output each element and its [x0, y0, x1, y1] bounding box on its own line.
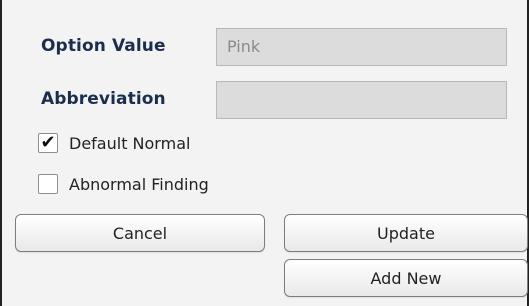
- default-normal-checkbox[interactable]: ✔: [38, 133, 58, 153]
- default-normal-label: Default Normal: [69, 133, 191, 153]
- abbreviation-label: Abbreviation: [41, 89, 166, 109]
- abnormal-finding-label: Abnormal Finding: [69, 174, 209, 194]
- option-value-label: Option Value: [41, 36, 166, 56]
- option-edit-panel: Option Value Pink Abbreviation ✔ Default…: [0, 0, 529, 306]
- update-button[interactable]: Update: [284, 214, 528, 252]
- add-new-button[interactable]: Add New: [284, 259, 528, 297]
- cancel-button[interactable]: Cancel: [15, 214, 265, 252]
- option-value-field[interactable]: Pink: [216, 28, 507, 66]
- panel-left-border: [0, 0, 2, 306]
- abnormal-finding-row[interactable]: Abnormal Finding: [38, 172, 209, 196]
- abbreviation-field[interactable]: [216, 81, 507, 119]
- abnormal-finding-checkbox[interactable]: [38, 174, 58, 194]
- checkmark-icon: ✔: [40, 132, 56, 153]
- default-normal-row[interactable]: ✔ Default Normal: [38, 131, 190, 155]
